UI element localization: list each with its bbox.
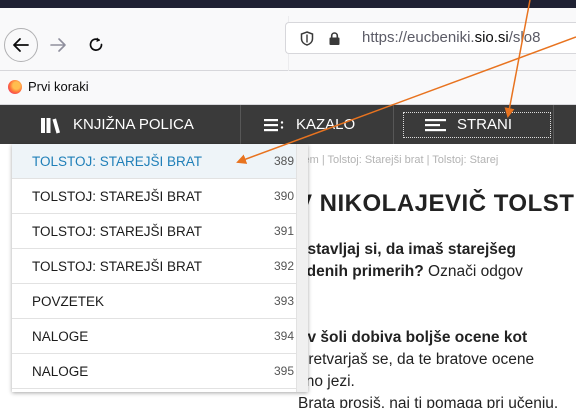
statement-heading: t v šoli dobiva boljše ocene kot — [298, 329, 528, 346]
dropdown-item[interactable]: NALOGE 395 — [12, 354, 296, 389]
pages-icon — [425, 118, 446, 131]
bookshelf-icon — [41, 117, 60, 133]
bookmarks-toolbar: Prvi koraki — [0, 71, 576, 105]
dropdown-item-label: TOLSTOJ: STAREJŠI BRAT — [32, 223, 203, 239]
url-text[interactable]: https://eucbeniki.sio.si/slo8 — [362, 29, 540, 46]
toolbar-separator — [553, 105, 554, 144]
shelf-button[interactable]: KNJIŽNA POLICA — [40, 105, 194, 144]
page-title: V NIKOLAJEVIČ TOLST — [296, 190, 575, 217]
pages-label: STRANI — [457, 116, 513, 133]
lock-icon — [329, 32, 340, 45]
arrow-left-icon — [13, 38, 29, 52]
shield-icon — [300, 31, 314, 46]
arrow-right-icon — [50, 38, 66, 52]
shelf-label: KNJIŽNA POLICA — [73, 116, 194, 133]
index-label: KAZALO — [296, 116, 356, 133]
list-icon — [264, 118, 284, 131]
url-domain: sio.si — [474, 29, 509, 46]
url-prefix: https://eucbeniki. — [362, 29, 475, 46]
dropdown-item-page: 391 — [273, 224, 294, 238]
toolbar-separator — [393, 105, 394, 144]
pages-button[interactable]: STRANI — [424, 105, 512, 144]
forward-button[interactable] — [44, 31, 72, 59]
dropdown-item-page: 390 — [273, 189, 294, 203]
back-button[interactable] — [4, 28, 38, 62]
question-line-1: dstavljaj si, da imaš starejšeg — [298, 241, 516, 258]
dropdown-item-page: 393 — [273, 294, 294, 308]
dropdown-item-page: 389 — [273, 154, 294, 168]
dropdown-item-label: TOLSTOJ: STAREJŠI BRAT — [32, 153, 203, 169]
firefox-icon — [8, 79, 22, 94]
url-suffix: /slo8 — [508, 29, 541, 46]
pages-dropdown: TOLSTOJ: STAREJŠI BRAT 389 TOLSTOJ: STAR… — [12, 144, 308, 392]
question-rest: Označi odgov — [423, 263, 523, 280]
dropdown-item[interactable]: TOLSTOJ: STAREJŠI BRAT 392 — [12, 249, 296, 284]
dropdown-item-label: TOLSTOJ: STAREJŠI BRAT — [32, 258, 203, 274]
dropdown-item[interactable]: NALOGE 394 — [12, 319, 296, 354]
question-bold: edenih primerih? — [298, 263, 424, 280]
dropdown-item-label: NALOGE — [32, 328, 89, 344]
dropdown-item-label: TOLSTOJ: STAREJŠI BRAT — [32, 188, 203, 204]
dropdown-item[interactable]: TOLSTOJ: STAREJŠI BRAT 390 — [12, 179, 296, 214]
dropdown-item[interactable]: TOLSTOJ: STAREJŠI BRAT 389 — [12, 144, 296, 179]
dropdown-item-page: 395 — [273, 364, 294, 378]
option-line-1[interactable]: Pretvarjaš se, da te bratove ocene — [298, 351, 534, 369]
breadcrumb: zem | Tolstoj: Starejši brat | Tolstoj: … — [298, 154, 499, 166]
window-top-strip — [0, 0, 576, 8]
dropdown-item[interactable]: TOLSTOJ: STAREJŠI BRAT 391 — [12, 214, 296, 249]
index-button[interactable]: KAZALO — [263, 105, 355, 144]
dropdown-item-label: POVZETEK — [32, 293, 105, 309]
dropdown-item-page: 392 — [273, 259, 294, 273]
reload-icon — [89, 37, 103, 51]
reload-button[interactable] — [82, 31, 110, 59]
question-line-2: edenih primerih? Označi odgov — [298, 263, 523, 281]
toolbar-separator — [240, 105, 241, 144]
option-line-3[interactable]: Brata prosiš, naj ti pomaga pri učenju. — [298, 395, 558, 408]
dropdown-item-page: 394 — [273, 329, 294, 343]
dropdown-item[interactable]: POVZETEK 393 — [12, 284, 296, 319]
dropdown-scrollbar[interactable] — [296, 144, 308, 392]
dropdown-item-label: NALOGE — [32, 363, 89, 379]
bookmark-prvi-koraki[interactable]: Prvi koraki — [8, 79, 89, 94]
bookmark-label: Prvi koraki — [28, 79, 89, 94]
ebook-toolbar: KNJIŽNA POLICA KAZALO STRANI — [0, 105, 576, 144]
